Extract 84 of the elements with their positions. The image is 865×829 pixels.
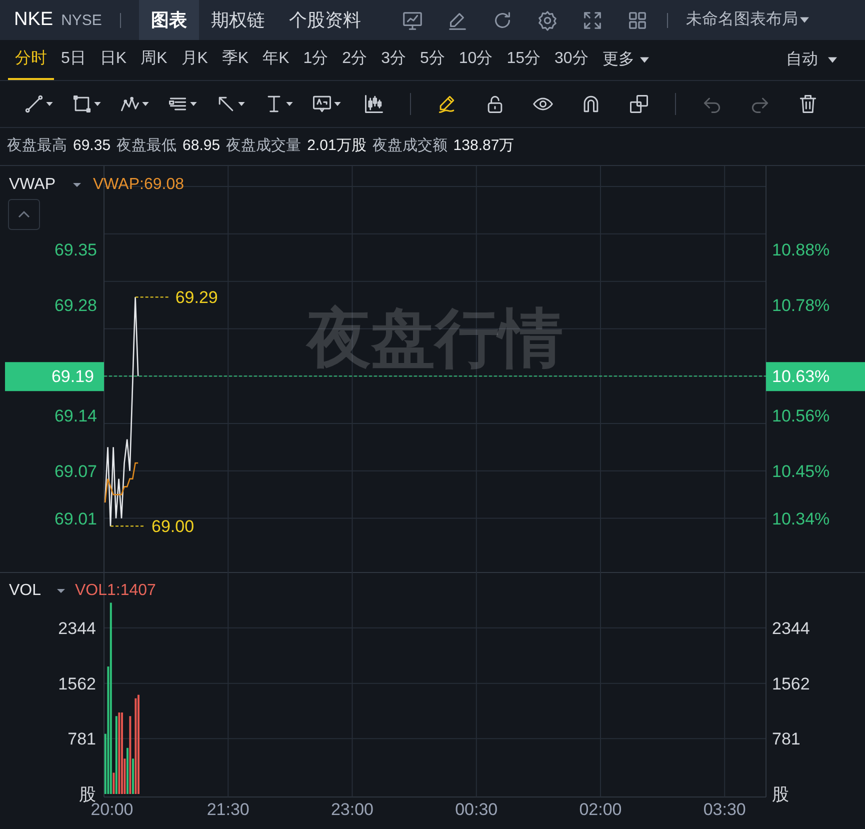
period-tab[interactable]: 1分 [296,40,336,80]
period-tab[interactable]: 年K [256,40,296,80]
stat-label: 夜盘最低 [116,136,177,156]
period-tab[interactable]: 分时 [8,40,54,80]
caret-icon [46,102,53,106]
axis-label: 10.45% [772,462,830,481]
axis-label: 10.56% [772,406,830,426]
stat-value: 69.35 [73,136,111,156]
period-tab[interactable]: 日K [92,40,134,80]
vwap-line [104,462,138,503]
caret-icon [334,102,341,106]
tab[interactable]: 个股资料 [276,0,373,40]
axis-label: 股 [772,785,789,804]
stat-label: 夜盘最高 [7,136,67,156]
period-tab[interactable]: 5分 [412,40,452,80]
trash-icon [797,93,819,115]
caret-icon [800,17,809,23]
ticker-symbol: NKE [14,8,54,32]
caret-icon [142,102,149,106]
axis-label: 10.88% [772,240,830,260]
caret-icon [828,57,837,63]
axis-label: 1562 [772,674,810,694]
axis-label: 69.01 [54,509,97,528]
period-tab[interactable]: 月K [174,40,215,80]
indicator-name: VOL [9,582,42,599]
axis-label: 2344 [772,618,810,638]
period-tab[interactable]: 30分 [547,40,596,80]
axis-label: 10.34% [772,509,830,528]
axis-label: 69.28 [54,296,97,316]
caret-icon [286,102,293,106]
period-tab[interactable]: 3分 [374,40,413,80]
price-label: 69.29 [175,288,218,308]
indicator-value: VWAP:69.08 [93,176,184,193]
candlestick-icon [363,93,385,115]
caret-icon [238,102,245,106]
stat-label: 夜盘成交量 [226,136,302,156]
caret-icon [190,102,197,106]
stat-value: 2.01万股 [307,136,366,156]
layers-icon [628,93,650,115]
price-label: 69.00 [152,517,194,536]
caret-icon [94,102,101,106]
axis-label: 股 [79,785,96,804]
caret-icon [73,183,81,187]
caret-icon [640,57,650,63]
more-menu[interactable]: 更多 [595,40,656,80]
axis-label: 1562 [58,674,96,694]
period-tab[interactable]: 2分 [335,40,374,80]
layout-menu[interactable]: 未命名图表布局 [686,8,809,32]
period-tab[interactable]: 10分 [452,40,500,80]
stat-value: 138.87万 [453,136,514,156]
axis-label: 69.14 [54,406,97,426]
stat-label: 夜盘成交额 [372,136,448,156]
axis-label: 2344 [58,618,96,638]
axis-label: 69.35 [54,240,97,260]
time-label: 02:00 [579,800,622,819]
time-label: 21:30 [206,800,250,819]
price-label: 69.19 [51,367,94,386]
caret-icon [57,589,65,593]
axis-label: 10.78% [772,296,830,316]
indicator-name: VWAP [9,176,56,193]
time-label: 03:30 [703,800,746,819]
time-label: 00:30 [455,800,498,819]
percent-tag: 10.63% [766,362,865,392]
leader-line [134,296,170,298]
line-tool-icon [23,93,45,115]
time-label: 23:00 [330,800,374,819]
settings-icon [536,8,559,32]
period-tab[interactable]: 周K [134,40,174,80]
period-tab[interactable]: 5日 [54,40,93,80]
tab[interactable]: 期权链 [198,0,277,40]
period-tab[interactable]: 15分 [500,40,548,80]
leader-line [110,526,146,527]
stat-value: 68.95 [182,136,220,156]
axis-label: 781 [68,730,96,749]
rectangle-tool-icon [71,93,93,115]
indicator-value: VOL1:1407 [75,582,156,599]
period-tab[interactable]: 季K [214,40,256,80]
axis-label: 781 [772,730,800,749]
adjust-menu[interactable]: 自动 [786,40,857,80]
exchange-label: NYSE [61,11,102,32]
callout-icon [311,93,333,115]
tab[interactable]: 图表 [138,0,199,40]
settings-button[interactable] [536,8,559,32]
axis-label: 69.07 [54,462,97,481]
